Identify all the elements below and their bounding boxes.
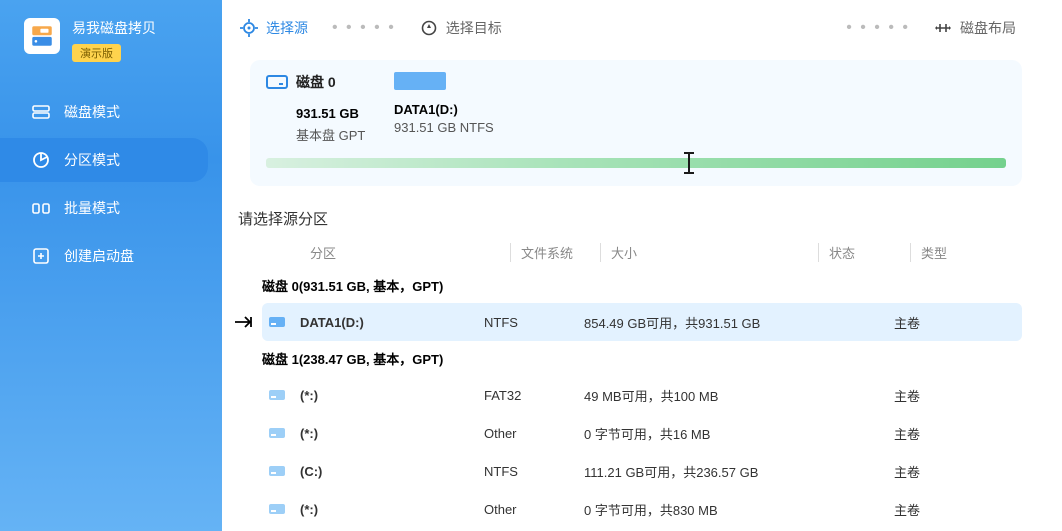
disk-size: 931.51 GB: [266, 106, 376, 121]
partition-size: 854.49 GB可用，共931.51 GB: [584, 313, 802, 332]
partition-name: DATA1(D:): [300, 315, 364, 330]
partition-fs: NTFS: [484, 315, 584, 330]
drive-icon: [266, 75, 288, 89]
step-select-target[interactable]: 选择目标: [414, 18, 508, 38]
partition-fs: Other: [484, 502, 584, 517]
partition-name: (*:): [300, 388, 318, 403]
volume-icon: [268, 315, 290, 329]
sidebar: 易我磁盘拷贝 演示版 磁盘模式 分区模式 批量模式 创建启动盘: [0, 0, 222, 531]
nav-label: 分区模式: [64, 150, 120, 170]
disk-type: 基本盘 GPT: [266, 125, 376, 144]
table-row[interactable]: (*:) Other 0 字节可用，共830 MB 主卷: [262, 490, 1022, 528]
partition-type: 主卷: [894, 424, 964, 443]
disk-usage-bar[interactable]: [266, 158, 1006, 168]
step-dots: • • • • •: [828, 19, 928, 37]
partition-type: 主卷: [894, 313, 964, 332]
app-header: 易我磁盘拷贝 演示版: [0, 18, 222, 88]
partition-mode-icon: [32, 151, 50, 169]
nav-label: 创建启动盘: [64, 246, 134, 266]
disk-bar: [394, 72, 446, 90]
disk-group[interactable]: 磁盘 1(238.47 GB, 基本，GPT): [262, 341, 1022, 376]
nav-disk-mode[interactable]: 磁盘模式: [0, 90, 222, 134]
partition-table: 分区 文件系统 大小 状态 类型 磁盘 0(931.51 GB, 基本，GPT)…: [262, 237, 1022, 528]
partition-name: (C:): [300, 464, 322, 479]
table-row[interactable]: (*:) FAT32 49 MB可用，共100 MB 主卷: [262, 376, 1022, 414]
partition-fs: NTFS: [484, 464, 584, 479]
col-size: 大小: [600, 243, 818, 262]
col-type: 类型: [910, 243, 980, 262]
partition-type: 主卷: [894, 386, 964, 405]
step-dots: • • • • •: [314, 19, 414, 37]
disk-name: 磁盘 0: [296, 72, 336, 92]
app-title: 易我磁盘拷贝: [72, 18, 156, 38]
resize-handle-icon[interactable]: [688, 152, 690, 174]
main: 选择源 • • • • • 选择目标 • • • • • 磁盘布局 磁盘 0 9…: [222, 0, 1062, 531]
nav-create-boot[interactable]: 创建启动盘: [0, 234, 222, 278]
crosshair-icon: [240, 19, 258, 37]
partition-type: 主卷: [894, 462, 964, 481]
col-partition: 分区: [310, 243, 510, 262]
disk-partition-info: 931.51 GB NTFS: [394, 120, 1006, 135]
col-status: 状态: [818, 243, 910, 262]
table-row[interactable]: (*:) Other 0 字节可用，共16 MB 主卷: [262, 414, 1022, 452]
disk-mode-icon: [32, 103, 50, 121]
step-label: 选择目标: [446, 18, 502, 38]
nav-partition-mode[interactable]: 分区模式: [0, 138, 208, 182]
app-title-wrap: 易我磁盘拷贝 演示版: [72, 18, 156, 62]
layout-icon: [934, 19, 952, 37]
volume-icon: [268, 502, 290, 516]
partition-name: (*:): [300, 426, 318, 441]
create-boot-icon: [32, 247, 50, 265]
partition-type: 主卷: [894, 500, 964, 519]
demo-badge: 演示版: [72, 44, 121, 62]
disk-partition-name: DATA1(D:): [394, 102, 1006, 117]
step-label: 磁盘布局: [960, 18, 1016, 38]
partition-fs: FAT32: [484, 388, 584, 403]
partition-size: 0 字节可用，共830 MB: [584, 500, 802, 519]
app-logo-icon: [24, 18, 60, 54]
volume-icon: [268, 464, 290, 478]
disk-bar-wrap: DATA1(D:) 931.51 GB NTFS: [394, 72, 1006, 135]
volume-icon: [268, 426, 290, 440]
table-row[interactable]: DATA1(D:) NTFS 854.49 GB可用，共931.51 GB 主卷: [262, 303, 1022, 341]
partition-name: (*:): [300, 502, 318, 517]
volume-icon: [268, 388, 290, 402]
col-filesystem: 文件系统: [510, 243, 600, 262]
table-row[interactable]: (C:) NTFS 111.21 GB可用，共236.57 GB 主卷: [262, 452, 1022, 490]
disk-meta: 磁盘 0 931.51 GB 基本盘 GPT: [266, 72, 376, 144]
step-select-source[interactable]: 选择源: [234, 18, 314, 38]
target-icon: [420, 19, 438, 37]
disk-card: 磁盘 0 931.51 GB 基本盘 GPT DATA1(D:) 931.51 …: [250, 60, 1022, 186]
table-header: 分区 文件系统 大小 状态 类型: [262, 237, 1022, 268]
partition-size: 49 MB可用，共100 MB: [584, 386, 802, 405]
partition-fs: Other: [484, 426, 584, 441]
nav-label: 批量模式: [64, 198, 120, 218]
disk-group[interactable]: 磁盘 0(931.51 GB, 基本，GPT): [262, 268, 1022, 303]
batch-mode-icon: [32, 199, 50, 217]
step-label: 选择源: [266, 18, 308, 38]
partition-size: 0 字节可用，共16 MB: [584, 424, 802, 443]
nav-label: 磁盘模式: [64, 102, 120, 122]
step-bar: 选择源 • • • • • 选择目标 • • • • • 磁盘布局: [234, 10, 1022, 46]
nav-batch-mode[interactable]: 批量模式: [0, 186, 222, 230]
step-disk-layout[interactable]: 磁盘布局: [928, 18, 1022, 38]
section-title: 请选择源分区: [238, 208, 1022, 229]
selected-arrow-icon: [234, 315, 256, 329]
partition-size: 111.21 GB可用，共236.57 GB: [584, 462, 802, 481]
